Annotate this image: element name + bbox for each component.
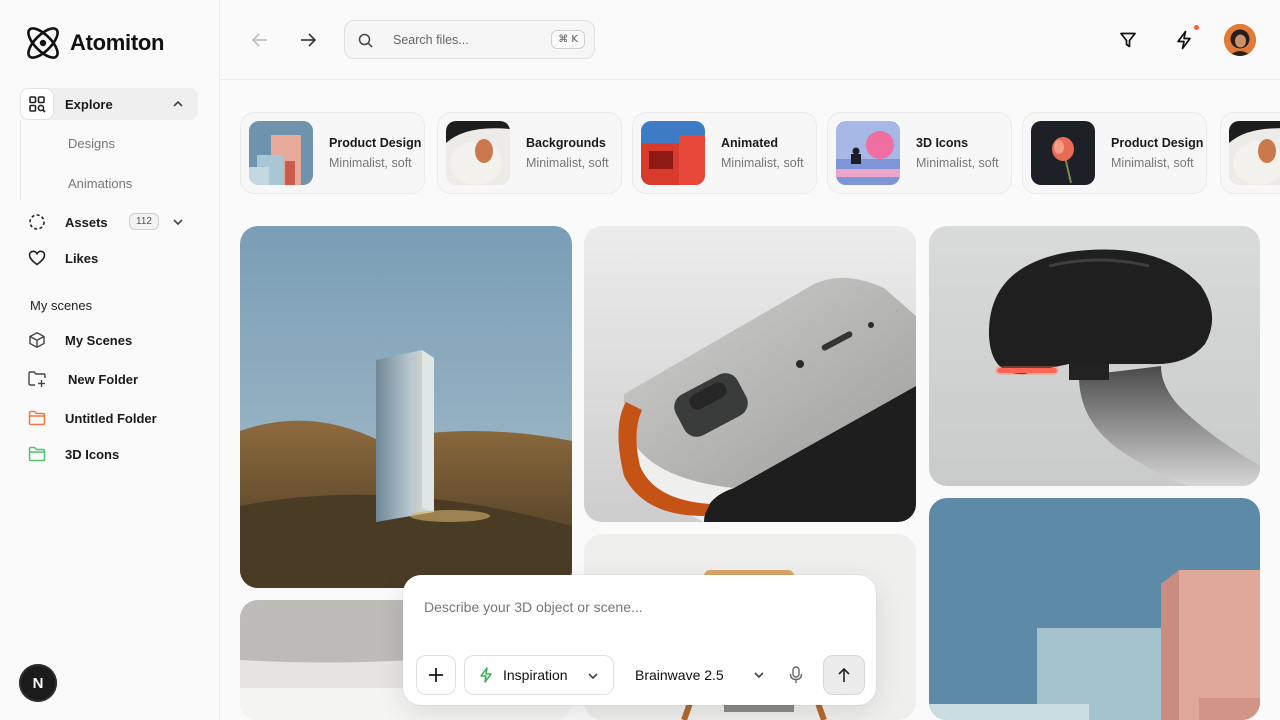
filter-button[interactable] <box>1112 24 1144 56</box>
sidebar-item-label: 3D Icons <box>65 446 120 462</box>
cube-icon <box>20 324 54 356</box>
sidebar-item-explore[interactable]: Explore <box>20 88 198 120</box>
heart-icon <box>20 242 54 274</box>
lightning-icon <box>480 667 492 683</box>
sidebar-item-likes[interactable]: Likes <box>20 242 198 274</box>
category-thumbnail <box>249 121 313 185</box>
arrow-left-icon <box>251 33 267 47</box>
sidebar: Atomiton Explore Designs Animations Asse… <box>0 0 220 720</box>
folder-plus-icon <box>20 363 54 395</box>
sidebar-item-label: Untitled Folder <box>65 410 157 426</box>
section-label-my-scenes: My scenes <box>30 298 93 313</box>
search-placeholder: Search files... <box>393 33 469 47</box>
sidebar-item-untitled-folder[interactable]: Untitled Folder <box>20 402 198 434</box>
activity-button[interactable] <box>1168 24 1200 56</box>
category-subtitle: Minimalist, soft <box>329 156 412 170</box>
category-title: Product Design <box>1111 136 1204 150</box>
assets-count-badge: 112 <box>129 213 159 230</box>
sidebar-item-assets[interactable]: Assets 112 <box>20 206 198 238</box>
sidebar-subitem-animations[interactable]: Animations <box>68 176 132 191</box>
logo[interactable]: Atomiton <box>22 22 164 64</box>
folder-icon <box>20 402 54 434</box>
category-thumbnail <box>1229 121 1280 185</box>
sidebar-item-new-folder[interactable]: New Folder <box>20 363 198 395</box>
category-card-3d-icons[interactable]: 3D Icons Minimalist, soft <box>827 112 1012 194</box>
sidebar-item-label: Assets <box>65 214 108 230</box>
gallery-image-speaker-device[interactable] <box>584 226 916 522</box>
gallery-image-helmet-figure[interactable] <box>929 226 1260 486</box>
chevron-down-icon <box>588 673 598 680</box>
plus-icon <box>429 668 443 682</box>
arrow-up-icon <box>838 667 850 682</box>
category-card-animated[interactable]: Animated Minimalist, soft <box>632 112 817 194</box>
category-card-partial[interactable] <box>1220 112 1280 194</box>
sidebar-item-label: Likes <box>65 250 99 266</box>
model-label: Brainwave 2.5 <box>635 667 724 683</box>
microphone-button[interactable] <box>783 655 809 695</box>
search-input[interactable]: Search files... ⌘ K <box>344 20 595 59</box>
sidebar-item-label: My Scenes <box>65 332 133 348</box>
sidebar-item-3d-icons[interactable]: 3D Icons <box>20 438 198 470</box>
sidebar-item-label: Explore <box>65 96 113 112</box>
notification-dot <box>1194 25 1199 30</box>
inspiration-dropdown[interactable]: Inspiration <box>464 655 614 695</box>
category-title: Product Design <box>329 136 422 150</box>
category-title: 3D Icons <box>916 136 969 150</box>
search-icon <box>358 33 373 48</box>
gallery-image-pink-architecture[interactable] <box>929 498 1260 720</box>
category-subtitle: Minimalist, soft <box>916 156 999 170</box>
search-shortcut-badge: ⌘ K <box>551 30 585 49</box>
category-card-product-design-2[interactable]: Product Design Minimalist, soft <box>1022 112 1207 194</box>
send-button[interactable] <box>823 655 865 695</box>
forward-button[interactable] <box>292 24 324 56</box>
atom-logo-icon <box>27 27 59 59</box>
category-title: Animated <box>721 136 778 150</box>
category-thumbnail <box>641 121 705 185</box>
back-button[interactable] <box>244 24 276 56</box>
category-card-product-design[interactable]: Product Design Minimalist, soft <box>240 112 425 194</box>
prompt-input[interactable]: Describe your 3D object or scene... <box>424 599 643 615</box>
n-badge-button[interactable]: N <box>19 664 57 702</box>
inspiration-label: Inspiration <box>503 667 568 683</box>
submenu-guide <box>20 120 21 200</box>
app-name: Atomiton <box>70 30 165 55</box>
prompt-composer: Describe your 3D object or scene... Insp… <box>403 575 876 705</box>
category-subtitle: Minimalist, soft <box>1111 156 1194 170</box>
filter-icon <box>1120 32 1136 48</box>
avatar[interactable] <box>1224 24 1256 56</box>
sidebar-item-label: New Folder <box>68 371 139 387</box>
microphone-icon <box>789 666 803 683</box>
sidebar-subitem-designs[interactable]: Designs <box>68 136 115 151</box>
gallery-image-mirror-monolith[interactable] <box>240 226 572 588</box>
category-subtitle: Minimalist, soft <box>526 156 609 170</box>
add-attachment-button[interactable] <box>416 655 456 695</box>
sidebar-item-my-scenes[interactable]: My Scenes <box>20 324 198 356</box>
chevron-down-icon[interactable] <box>172 216 184 228</box>
folder-icon <box>20 438 54 470</box>
category-card-backgrounds[interactable]: Backgrounds Minimalist, soft <box>437 112 622 194</box>
category-thumbnail <box>446 121 510 185</box>
chevron-up-icon[interactable] <box>172 98 184 110</box>
model-selector[interactable]: Brainwave 2.5 <box>635 655 765 695</box>
chevron-down-icon <box>754 672 764 679</box>
assets-icon <box>20 206 54 238</box>
category-subtitle: Minimalist, soft <box>721 156 804 170</box>
category-thumbnail <box>1031 121 1095 185</box>
top-bar: Search files... ⌘ K <box>220 0 1280 80</box>
grid-search-icon <box>20 88 54 120</box>
category-thumbnail <box>836 121 900 185</box>
lightning-icon <box>1177 30 1191 50</box>
arrow-right-icon <box>301 33 317 47</box>
category-title: Backgrounds <box>526 136 606 150</box>
